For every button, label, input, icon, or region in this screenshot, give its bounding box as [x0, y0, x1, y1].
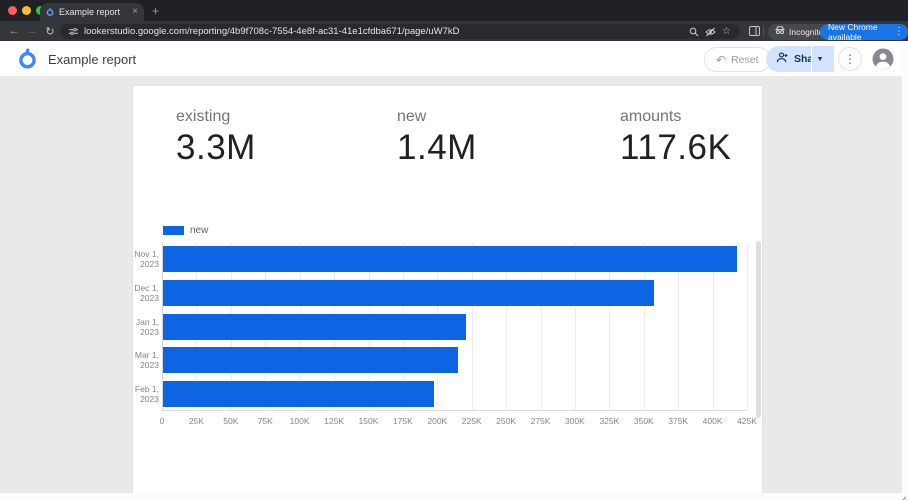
- scorecard-amounts[interactable]: amounts 117.6K: [620, 108, 731, 168]
- chrome-update-chip[interactable]: New Chrome available ⋮: [820, 24, 908, 40]
- tab-strip: Example report × +: [0, 0, 908, 21]
- side-panel-icon[interactable]: [746, 21, 762, 41]
- report-canvas: existing 3.3M new 1.4M amounts 117.6K ne…: [133, 86, 762, 493]
- category-label: Feb 1,2023: [133, 384, 159, 404]
- x-axis-tick-label: 150K: [351, 416, 387, 426]
- scorecard-value: 1.4M: [397, 128, 477, 168]
- browser-tab[interactable]: Example report ×: [40, 3, 144, 21]
- category-label: Jan 1,2023: [133, 317, 159, 337]
- x-axis-tick-label: 75K: [247, 416, 283, 426]
- scorecard-label: amounts: [620, 108, 731, 126]
- more-options-dots-icon: ⋮: [844, 52, 856, 66]
- x-axis-tick-label: 100K: [282, 416, 318, 426]
- tab-favicon-looker-icon: [46, 3, 54, 21]
- vertical-scrollbar-track[interactable]: [902, 41, 908, 500]
- chart-scrollbar[interactable]: [756, 241, 761, 418]
- x-axis-tick-label: 125K: [316, 416, 352, 426]
- chrome-update-label: New Chrome available: [828, 22, 890, 42]
- chart-gridline: [747, 243, 748, 410]
- tab-title: Example report: [59, 7, 127, 17]
- reload-icon[interactable]: ↻: [42, 21, 58, 41]
- x-axis-tick-label: 250K: [488, 416, 524, 426]
- eye-off-icon[interactable]: [705, 27, 716, 37]
- incognito-icon: [775, 26, 785, 37]
- forward-icon[interactable]: →: [24, 21, 40, 41]
- site-info-tune-icon[interactable]: [69, 27, 78, 36]
- toolbar-separator: [763, 26, 764, 37]
- horizontal-scrollbar-track[interactable]: [0, 493, 908, 500]
- x-axis-tick-label: 350K: [626, 416, 662, 426]
- x-axis-tick-label: 0: [144, 416, 180, 426]
- chart-legend: new: [163, 225, 208, 236]
- reset-label: Reset: [731, 54, 758, 66]
- x-axis-tick-label: 175K: [385, 416, 421, 426]
- x-axis-tick-label: 200K: [419, 416, 455, 426]
- looker-studio-logo-icon: [17, 48, 38, 75]
- reset-button[interactable]: ↶ Reset: [704, 47, 771, 72]
- x-axis-tick-label: 400K: [695, 416, 731, 426]
- zoom-icon[interactable]: [689, 27, 699, 37]
- window-resize-grip-icon[interactable]: [898, 490, 906, 500]
- x-axis-tick-label: 325K: [591, 416, 627, 426]
- avatar[interactable]: [872, 48, 894, 75]
- scorecard-value: 3.3M: [176, 128, 256, 168]
- bar-segment[interactable]: [163, 347, 458, 373]
- back-icon[interactable]: ←: [6, 21, 22, 41]
- scorecard-existing[interactable]: existing 3.3M: [176, 108, 256, 168]
- window-minimize-button[interactable]: [22, 6, 31, 15]
- bookmark-star-icon[interactable]: ☆: [722, 26, 731, 37]
- undo-icon: ↶: [716, 53, 726, 67]
- x-axis-tick-label: 375K: [660, 416, 696, 426]
- url-text[interactable]: lookerstudio.google.com/reporting/4b9f70…: [84, 26, 683, 37]
- window-close-button[interactable]: [8, 6, 17, 15]
- bar-segment[interactable]: [163, 280, 654, 306]
- x-axis-tick-label: 275K: [523, 416, 559, 426]
- new-tab-icon[interactable]: +: [152, 4, 159, 18]
- category-label: Dec 1,2023: [133, 283, 159, 303]
- scorecard-value: 117.6K: [620, 128, 731, 168]
- x-axis-line: [162, 410, 747, 411]
- incognito-label: Incognito: [789, 27, 824, 37]
- scorecard-new[interactable]: new 1.4M: [397, 108, 477, 168]
- report-title: Example report: [48, 52, 136, 67]
- chevron-down-icon: ▼: [817, 56, 824, 63]
- browser-toolbar: ← → ↻ lookerstudio.google.com/reporting/…: [0, 21, 908, 41]
- browser-menu-dots-icon[interactable]: ⋮: [894, 26, 904, 37]
- bar-segment[interactable]: [163, 314, 466, 340]
- bar-segment[interactable]: [163, 381, 434, 407]
- person-add-icon: [776, 52, 788, 66]
- browser-window: Example report × + ← → ↻ lookerstudio.go…: [0, 0, 908, 500]
- x-axis-tick-label: 225K: [454, 416, 490, 426]
- more-options-button[interactable]: ⋮: [838, 47, 862, 71]
- legend-label: new: [190, 225, 208, 236]
- x-axis-tick-label: 300K: [557, 416, 593, 426]
- legend-swatch: [163, 226, 184, 235]
- scorecard-label: new: [397, 108, 477, 126]
- bar-segment[interactable]: [163, 246, 737, 272]
- category-label: Mar 1,2023: [133, 350, 159, 370]
- tab-close-icon[interactable]: ×: [132, 7, 138, 17]
- x-axis-tick-label: 25K: [178, 416, 214, 426]
- url-bar[interactable]: lookerstudio.google.com/reporting/4b9f70…: [60, 24, 740, 39]
- x-axis-tick-label: 50K: [213, 416, 249, 426]
- category-label: Nov 1,2023: [133, 249, 159, 269]
- scorecard-label: existing: [176, 108, 256, 126]
